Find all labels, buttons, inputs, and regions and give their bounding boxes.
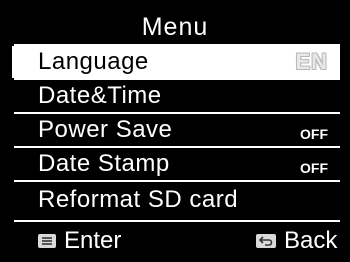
return-arrow-icon bbox=[256, 234, 276, 248]
menu-item-reformat-sd-card[interactable]: Reformat SD card bbox=[12, 184, 340, 216]
divider bbox=[14, 180, 340, 182]
back-hint[interactable]: Back bbox=[256, 224, 337, 258]
menu-title: Menu bbox=[141, 13, 209, 41]
divider bbox=[14, 220, 340, 222]
menu-item-language[interactable]: Language EN bbox=[12, 46, 340, 78]
menu-item-label: Date&Time bbox=[38, 82, 162, 109]
menu-item-date-time[interactable]: Date&Time bbox=[12, 80, 340, 112]
camera-menu-screen: Menu Language EN Date&Time Power Save OF… bbox=[0, 0, 350, 262]
menu-item-label: Power Save bbox=[38, 116, 173, 143]
menu-item-label: Date Stamp bbox=[38, 150, 170, 177]
menu-item-power-save[interactable]: Power Save OFF bbox=[12, 114, 340, 146]
menu-item-label: Reformat SD card bbox=[38, 186, 239, 213]
menu-key-icon bbox=[38, 234, 56, 248]
enter-hint[interactable]: Enter bbox=[38, 224, 121, 258]
menu-item-value: OFF bbox=[300, 160, 328, 176]
menu-item-label: Language bbox=[38, 48, 149, 75]
enter-label: Enter bbox=[64, 227, 122, 254]
back-label: Back bbox=[284, 227, 338, 254]
footer-hints: Enter Back bbox=[0, 224, 350, 258]
menu-item-value: OFF bbox=[300, 126, 328, 142]
menu-item-date-stamp[interactable]: Date Stamp OFF bbox=[12, 148, 340, 180]
menu-item-value: EN bbox=[295, 49, 328, 74]
